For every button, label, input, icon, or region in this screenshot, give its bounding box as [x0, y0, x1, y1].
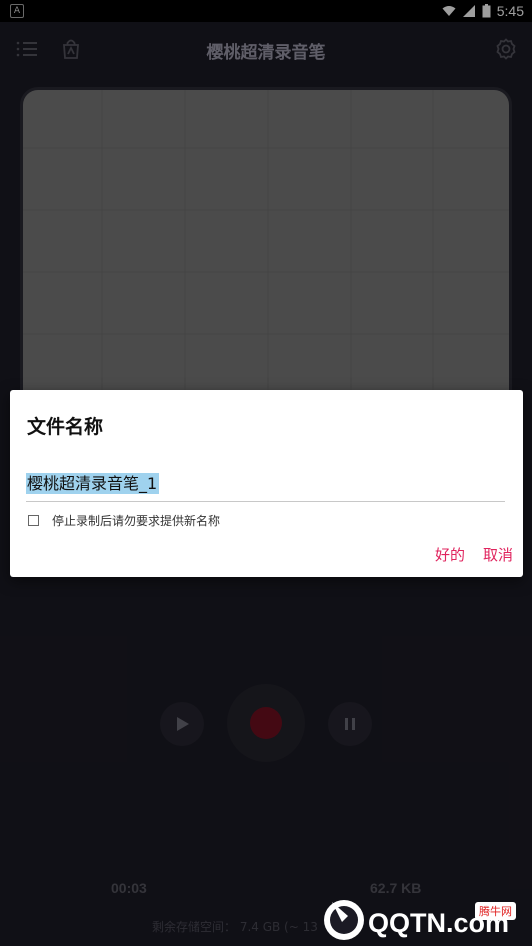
watermark-logo-icon: [324, 900, 364, 940]
watermark-badge: 腾牛网: [475, 902, 516, 920]
qqtn-watermark: QQTN.com 腾牛网: [318, 890, 528, 946]
dont-ask-again-label: 停止录制后请勿要求提供新名称: [52, 514, 221, 528]
ok-button[interactable]: 好的: [435, 542, 465, 567]
filename-value: 樱桃超清录音笔_1: [26, 473, 160, 494]
dialog-title: 文件名称: [27, 416, 104, 438]
filename-input[interactable]: 樱桃超清录音笔_1: [26, 470, 505, 502]
dont-ask-again-checkbox[interactable]: [28, 515, 39, 526]
file-name-dialog: 文件名称 樱桃超清录音笔_1 停止录制后请勿要求提供新名称 好的 取消: [10, 390, 523, 577]
dont-ask-again-row[interactable]: 停止录制后请勿要求提供新名称: [28, 512, 220, 529]
cancel-button[interactable]: 取消: [483, 542, 513, 567]
